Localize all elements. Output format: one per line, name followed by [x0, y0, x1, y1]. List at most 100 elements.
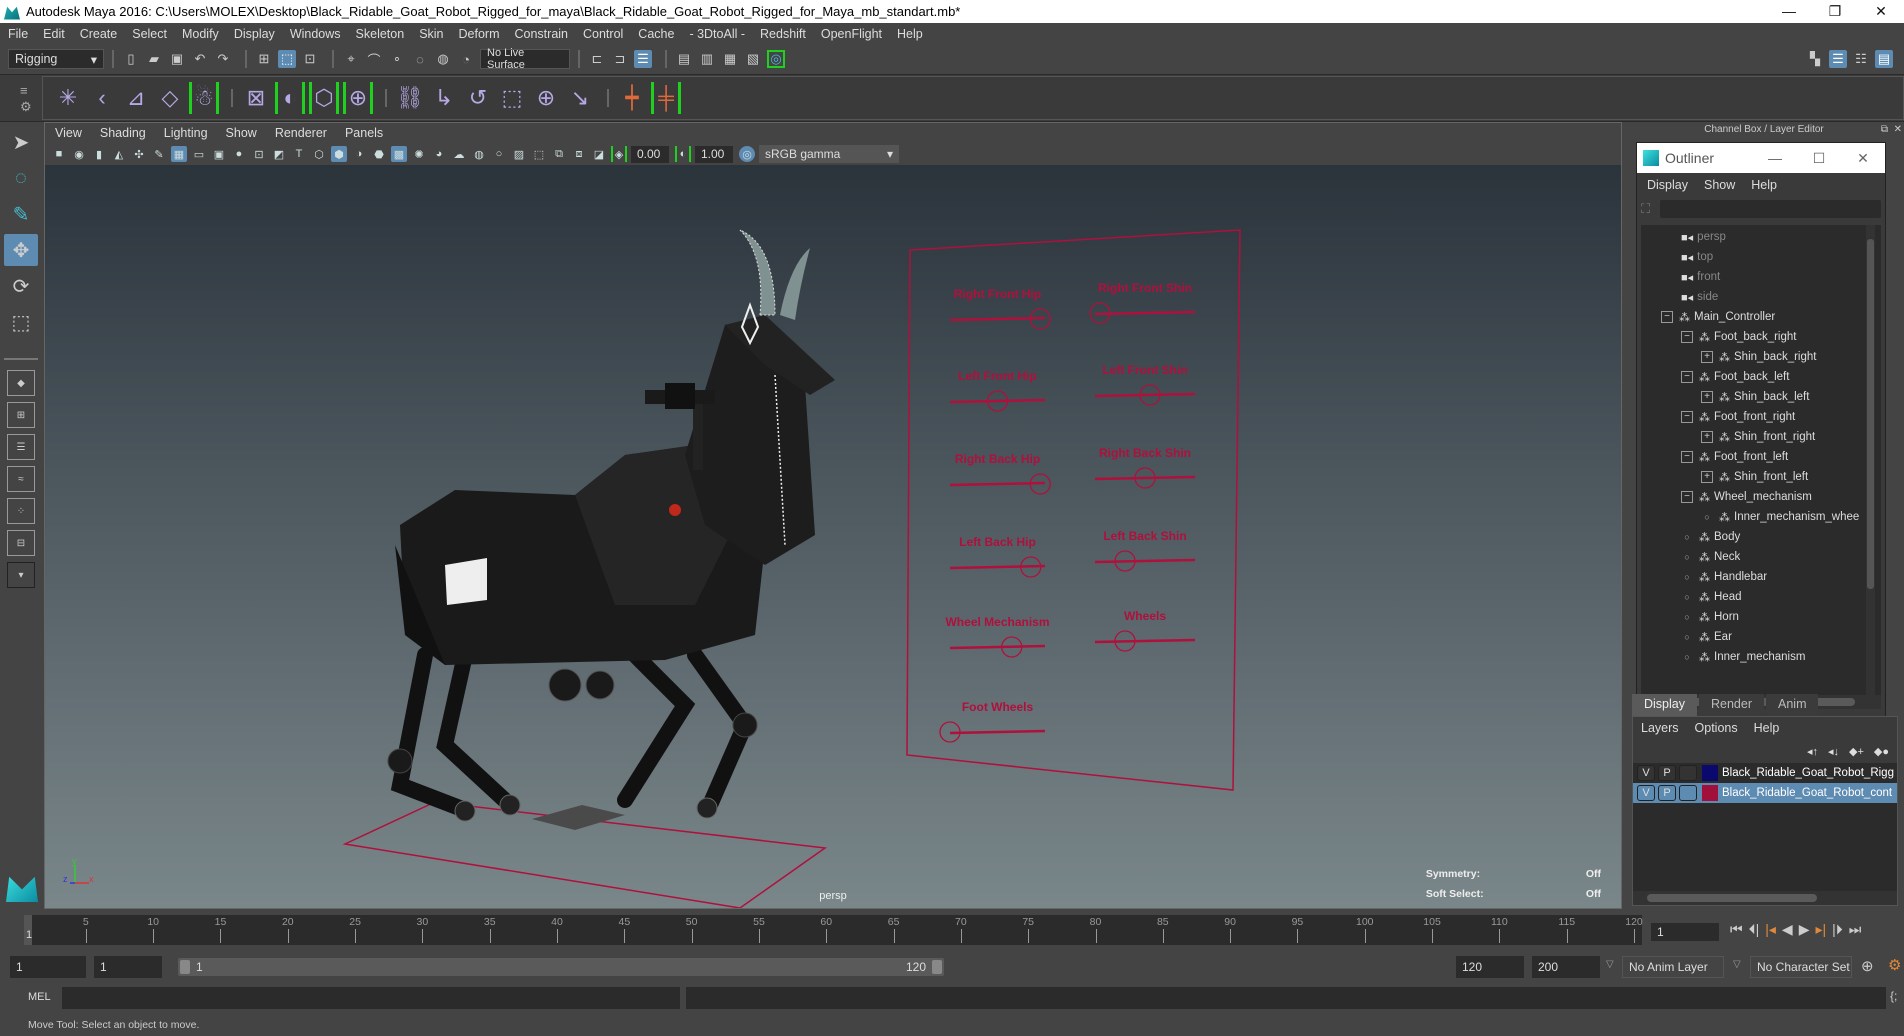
rig-slider-control[interactable]: Left Back Hip [949, 535, 1046, 578]
expand-icon[interactable]: + [1701, 431, 1713, 443]
animation-end-field[interactable]: 200 [1532, 956, 1600, 978]
ik-spline-icon[interactable]: ◇ [155, 82, 185, 114]
hypershade-icon[interactable]: ◎ [767, 50, 785, 68]
expand-icon[interactable]: + [1701, 471, 1713, 483]
outliner-maximize-button[interactable]: ☐ [1797, 150, 1841, 167]
point-constraint-icon[interactable]: ↳ [429, 82, 459, 114]
use-default-material-icon[interactable]: ◪ [591, 146, 607, 162]
snap-surface-icon[interactable]: ◍ [434, 50, 452, 68]
image-plane-icon[interactable]: ◭ [111, 146, 127, 162]
playback-toggle[interactable]: P [1658, 765, 1676, 781]
insert-joint-icon[interactable]: ‹ [87, 82, 117, 114]
viewport-menu-lighting[interactable]: Lighting [164, 126, 208, 140]
menu-skeleton[interactable]: Skeleton [356, 27, 405, 41]
menu-edit[interactable]: Edit [43, 27, 65, 41]
camera-attributes-icon[interactable]: ◉ [71, 146, 87, 162]
2d-pan-zoom-icon[interactable]: ✣ [131, 146, 147, 162]
antialiasing-icon[interactable]: ○ [491, 146, 507, 162]
outliner-menu-show[interactable]: Show [1704, 178, 1735, 192]
outliner-item[interactable]: ○ ⁂ Horn [1641, 607, 1881, 627]
safe-action-icon[interactable]: ◩ [271, 146, 287, 162]
animation-start-field[interactable]: 1 [10, 956, 86, 978]
rig-slider-control[interactable]: Right Front Hip [949, 287, 1051, 330]
tool-settings-icon[interactable]: ☷ [1852, 50, 1870, 68]
outliner-item[interactable]: ○ ⁂ Ear [1641, 627, 1881, 647]
filter-icon[interactable]: ⛶ [1641, 201, 1650, 217]
safe-title-icon[interactable]: T [291, 146, 307, 162]
step-back-frame-icon[interactable]: ⏴| [1749, 921, 1760, 938]
snap-curve-icon[interactable]: ⌒ [365, 50, 383, 68]
color-management-toggle-icon[interactable]: ◎ [739, 146, 755, 162]
select-hierarchy-icon[interactable]: ⊞ [255, 50, 273, 68]
new-layer-icon[interactable]: ◆+ [1849, 745, 1864, 758]
resolution-gate-icon[interactable]: ▣ [211, 146, 227, 162]
3d-viewport[interactable]: Right Front Hip Right Front Shin Left Fron… [45, 165, 1621, 908]
close-button[interactable]: ✕ [1858, 3, 1904, 20]
step-back-key-icon[interactable]: |◂ [1765, 921, 1776, 938]
outliner-item[interactable]: ○ ⁂ Inner_mechanism_whee [1641, 507, 1881, 527]
xray-icon[interactable]: ⬣ [371, 146, 387, 162]
textured-icon[interactable]: ▩ [391, 146, 407, 162]
outliner-item[interactable]: + ⁂ Shin_back_left [1641, 387, 1881, 407]
grease-pencil-icon[interactable]: ✎ [151, 146, 167, 162]
create-joint-icon[interactable]: ✳ [53, 82, 83, 114]
rig-slider-control[interactable]: Left Back Shin [1094, 529, 1196, 572]
scrollbar-thumb[interactable] [1647, 894, 1817, 902]
outliner-menu-display[interactable]: Display [1647, 178, 1688, 192]
step-forward-key-icon[interactable]: ▸| [1815, 921, 1826, 938]
film-gate-icon[interactable]: ▭ [191, 146, 207, 162]
control-board[interactable] [906, 229, 1241, 791]
go-to-start-icon[interactable]: ⏮ [1730, 921, 1743, 938]
range-slider[interactable]: 1 120 [178, 958, 944, 976]
animation-preferences-icon[interactable]: ⚙ [1888, 956, 1901, 974]
snap-live-icon[interactable]: ◔ [457, 50, 475, 68]
chevron-down-icon[interactable]: ▽ [1733, 959, 1741, 970]
collapse-icon[interactable]: − [1681, 411, 1693, 423]
visibility-toggle[interactable]: V [1637, 765, 1655, 781]
locator-constraint-icon[interactable]: ╪ [651, 82, 681, 114]
new-layer-selected-icon[interactable]: ◆● [1874, 745, 1889, 758]
auto-key-icon[interactable]: ⊕ [1861, 957, 1874, 975]
gamma-field[interactable]: 1.00 [695, 145, 733, 163]
display-type-toggle[interactable] [1679, 785, 1697, 801]
layer-menu-help[interactable]: Help [1754, 721, 1780, 735]
layer-row[interactable]: V P Black_Ridable_Goat_Robot_Rigg [1633, 763, 1897, 783]
playback-end-field[interactable]: 120 [1456, 956, 1524, 978]
rig-slider-control[interactable]: Left Front Hip [949, 369, 1046, 412]
shelf-tabs-icon[interactable]: ≡ [20, 83, 34, 99]
lasso-tool-icon[interactable]: ◌ [4, 162, 38, 194]
output-ops-icon[interactable]: ⊐ [611, 50, 629, 68]
command-language-label[interactable]: MEL [28, 991, 51, 1003]
menu-display[interactable]: Display [234, 27, 275, 41]
color-space-dropdown[interactable]: sRGB gamma ▾ [759, 145, 899, 163]
viewport-menu-show[interactable]: Show [226, 126, 257, 140]
rig-slider-control[interactable]: Left Front Shin [1094, 363, 1196, 406]
outliner-item[interactable]: ○ ⁂ Body [1641, 527, 1881, 547]
close-panel-icon[interactable]: ✕ [1894, 122, 1902, 138]
tab-display[interactable]: Display [1632, 694, 1697, 716]
menu-deform[interactable]: Deform [459, 27, 500, 41]
isolate-select-icon[interactable]: ⬚ [531, 146, 547, 162]
menu-skin[interactable]: Skin [419, 27, 443, 41]
paint-select-icon[interactable]: ✎ [4, 198, 38, 230]
channel-box-icon[interactable]: ▤ [1875, 50, 1893, 68]
smooth-shade-icon[interactable]: ⬢ [331, 146, 347, 162]
outliner-minimize-button[interactable]: — [1753, 150, 1797, 167]
lattice-icon[interactable]: ⬡ [309, 82, 339, 114]
menu-select[interactable]: Select [132, 27, 167, 41]
script-editor-icon[interactable]: {; [1890, 989, 1897, 1003]
move-layer-up-icon[interactable]: ◂↑ [1807, 745, 1818, 758]
go-to-end-icon[interactable]: ⏭ [1849, 921, 1862, 938]
viewport-menu-shading[interactable]: Shading [100, 126, 146, 140]
orient-constraint-icon[interactable]: ↺ [463, 82, 493, 114]
outliner-item[interactable]: + ⁂ Shin_back_right [1641, 347, 1881, 367]
scrollbar-thumb[interactable] [1867, 239, 1874, 589]
save-scene-icon[interactable]: ▣ [168, 50, 186, 68]
outliner-item[interactable]: ■◂ front [1641, 267, 1881, 287]
outliner-item[interactable]: − ⁂ Wheel_mechanism [1641, 487, 1881, 507]
goat-robot-model[interactable] [387, 229, 835, 822]
ipr-render-icon[interactable]: ▦ [721, 50, 739, 68]
viewport-menu-panels[interactable]: Panels [345, 126, 383, 140]
open-scene-icon[interactable]: ▰ [145, 50, 163, 68]
visibility-toggle[interactable]: V [1637, 785, 1655, 801]
